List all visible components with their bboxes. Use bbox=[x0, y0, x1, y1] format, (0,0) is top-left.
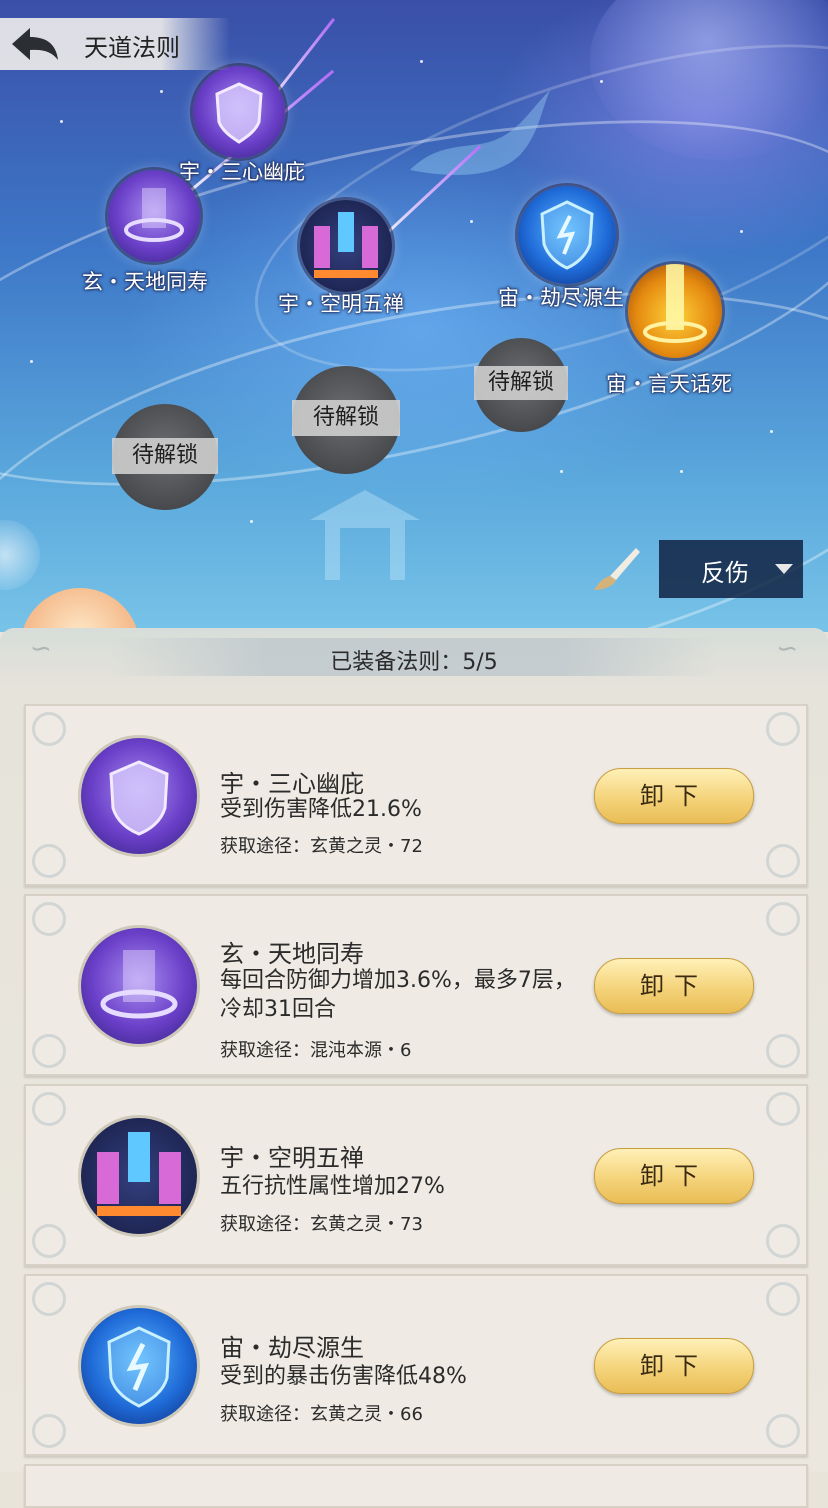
rune-shield-icon bbox=[518, 186, 616, 284]
law-source: 获取途径：玄黄之灵・66 bbox=[220, 1404, 423, 1425]
locked-label: 待解锁 bbox=[292, 400, 400, 436]
filter-dropdown[interactable]: 反伤 bbox=[659, 540, 803, 598]
locked-label: 待解锁 bbox=[112, 438, 218, 474]
law-description: 受到的暴击伤害降低48% bbox=[220, 1364, 467, 1389]
law-source: 获取途径：玄黄之灵・72 bbox=[220, 836, 423, 857]
law-node-kongming[interactable]: 宇・空明五禅 bbox=[278, 200, 404, 316]
law-name: 宙・劫尽源生 bbox=[220, 1334, 364, 1362]
law-node-locked[interactable]: 待解锁 bbox=[112, 404, 218, 510]
shield-icon bbox=[193, 66, 285, 158]
gold-beam-icon bbox=[628, 264, 722, 358]
back-button[interactable] bbox=[8, 26, 60, 64]
whale-decoration bbox=[410, 90, 550, 175]
unequip-button[interactable]: 卸下 bbox=[594, 958, 754, 1014]
unequip-button[interactable]: 卸下 bbox=[594, 1338, 754, 1394]
law-source: 获取途径：混沌本源・6 bbox=[220, 1040, 412, 1061]
law-node-jiejin[interactable]: 宙・劫尽源生 bbox=[498, 186, 624, 310]
law-name: 宇・空明五禅 bbox=[220, 1144, 364, 1172]
law-name: 宇・三心幽庇 bbox=[220, 770, 364, 798]
brush-icon[interactable] bbox=[592, 546, 642, 592]
law-description: 五行抗性属性增加27% bbox=[220, 1174, 445, 1199]
node-label: 宙・劫尽源生 bbox=[498, 286, 624, 310]
unequip-button[interactable]: 卸下 bbox=[594, 1148, 754, 1204]
node-label: 玄・天地同寿 bbox=[82, 270, 208, 294]
shield-icon bbox=[81, 738, 197, 854]
equipped-count: 已装备法则：5/5 bbox=[330, 650, 498, 675]
back-arrow-icon bbox=[12, 28, 58, 60]
pavilion-decoration bbox=[310, 490, 420, 580]
law-card: 宇・三心幽庇 受到伤害降低21.6% 获取途径：玄黄之灵・72 卸下 bbox=[24, 704, 808, 886]
filter-selected: 反伤 bbox=[701, 559, 749, 587]
light-ring-icon bbox=[108, 170, 200, 262]
node-label: 宙・言天话死 bbox=[606, 372, 732, 396]
node-label: 宇・空明五禅 bbox=[278, 292, 404, 316]
cloud-ornament-icon: ∽ bbox=[776, 634, 798, 664]
law-node-locked[interactable]: 待解锁 bbox=[474, 338, 568, 432]
prism-icon bbox=[81, 1118, 197, 1234]
equipped-count-bar: 已装备法则：5/5 bbox=[110, 638, 718, 676]
prism-icon bbox=[300, 200, 392, 292]
law-node-tiandi[interactable]: 玄・天地同寿 bbox=[82, 170, 208, 294]
law-map: 宇・三心幽庇 玄・天地同寿 宇・空明五禅 宙・劫尽源生 宙・言天话死 待解锁 待… bbox=[0, 0, 828, 632]
header-bar: 天道法则 bbox=[0, 18, 230, 70]
law-card: 宇・空明五禅 五行抗性属性增加27% 获取途径：玄黄之灵・73 卸下 bbox=[24, 1084, 808, 1266]
law-description: 每回合防御力增加3.6%，最多7层，冷却31回合 bbox=[220, 968, 576, 1022]
unequip-button[interactable]: 卸下 bbox=[594, 768, 754, 824]
law-node-yantian[interactable]: 宙・言天话死 bbox=[606, 264, 732, 396]
law-node-locked[interactable]: 待解锁 bbox=[292, 366, 400, 474]
law-source: 获取途径：玄黄之灵・73 bbox=[220, 1214, 423, 1235]
equipped-panel: ∽ ∽ 已装备法则：5/5 宇・三心幽庇 受到伤害降低21.6% 获取途径：玄黄… bbox=[0, 628, 828, 1508]
locked-label: 待解锁 bbox=[474, 366, 568, 400]
law-card bbox=[24, 1464, 808, 1508]
rune-shield-icon bbox=[81, 1308, 197, 1424]
page-title: 天道法则 bbox=[84, 34, 180, 62]
law-card: 玄・天地同寿 每回合防御力增加3.6%，最多7层，冷却31回合 获取途径：混沌本… bbox=[24, 894, 808, 1076]
light-ring-icon bbox=[81, 928, 197, 1044]
cloud-ornament-icon: ∽ bbox=[30, 634, 52, 664]
chevron-down-icon bbox=[775, 564, 793, 574]
law-card: 宙・劫尽源生 受到的暴击伤害降低48% 获取途径：玄黄之灵・66 卸下 bbox=[24, 1274, 808, 1456]
law-name: 玄・天地同寿 bbox=[220, 940, 364, 968]
law-node-sanxinyoubi[interactable]: 宇・三心幽庇 bbox=[179, 66, 305, 184]
law-description: 受到伤害降低21.6% bbox=[220, 797, 422, 822]
